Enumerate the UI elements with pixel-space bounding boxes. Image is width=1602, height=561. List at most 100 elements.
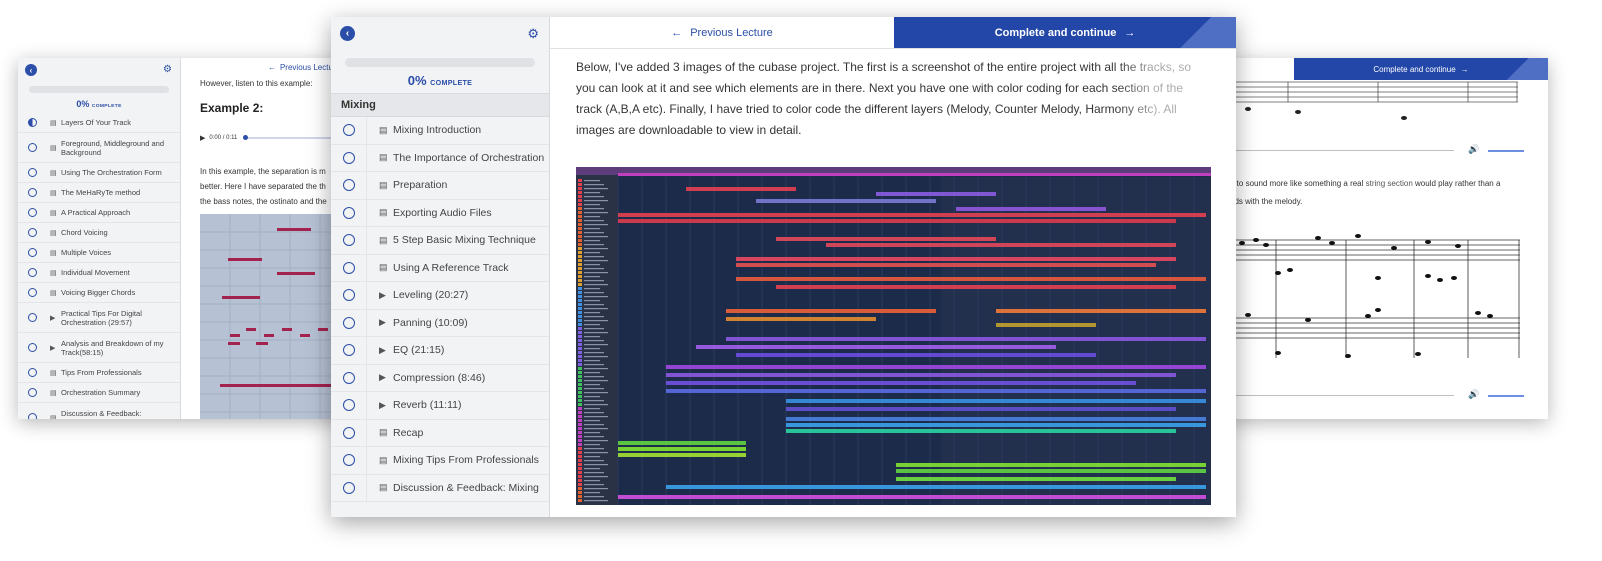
completion-circle-icon[interactable] <box>28 248 37 257</box>
lecture-item[interactable]: ▤ Discussion & Feedback: Orchestration <box>18 403 180 419</box>
lecture-item-label: Leveling (20:27) <box>393 289 469 302</box>
right-course-screenshot: Complete and continue → 🔊 g to sound mor… <box>1228 58 1548 419</box>
lecture-item[interactable]: ▤ Tips From Professionals <box>18 363 180 383</box>
completion-circle-icon[interactable] <box>28 343 37 352</box>
lecture-item-label: Tips From Professionals <box>61 368 142 377</box>
lecture-item[interactable]: ▤ The Importance of Orchestration <box>331 144 549 172</box>
lecture-item[interactable]: ▶ Analysis and Breakdown of my Track(58:1… <box>18 333 180 363</box>
completion-circle-icon[interactable] <box>28 118 37 127</box>
lecture-item-label: Reverb (11:11) <box>393 399 462 412</box>
lecture-item-label: EQ (21:15) <box>393 344 445 357</box>
completion-circle-icon[interactable] <box>28 208 37 217</box>
lecture-item[interactable]: ▤ Discussion & Feedback: Mixing <box>331 474 549 502</box>
lecture-item-label: Compression (8:46) <box>393 371 486 384</box>
volume-icon[interactable]: 🔊 <box>1468 389 1479 400</box>
completion-circle-icon[interactable] <box>28 228 37 237</box>
volume-slider[interactable] <box>1488 395 1524 397</box>
gear-icon[interactable]: ⚙ <box>163 65 172 75</box>
completion-circle-icon[interactable] <box>28 388 37 397</box>
completion-circle-icon[interactable] <box>28 143 37 152</box>
lecture-item-label: Practical Tips For Digital Orchestration… <box>61 308 142 327</box>
play-icon: ▶ <box>379 317 386 328</box>
completion-circle-icon[interactable] <box>342 151 355 164</box>
lecture-item[interactable]: ▤ Using The Orchestration Form <box>18 163 180 183</box>
lecture-item[interactable]: ▤ Foreground, Middleground and Background <box>18 133 180 163</box>
completion-circle-icon[interactable] <box>342 316 355 329</box>
previous-lecture-button[interactable]: ← Previous Lecture <box>268 63 340 72</box>
doc-icon: ▤ <box>379 262 388 273</box>
volume-icon[interactable]: 🔊 <box>1468 144 1479 155</box>
lecture-item-label: Multiple Voices <box>61 248 112 257</box>
lecture-content: ← Previous Lecture However, listen to th… <box>181 58 348 419</box>
audio-seek-bar[interactable] <box>1234 150 1454 151</box>
lecture-item-label: Orchestration Summary <box>61 388 141 397</box>
lecture-item[interactable]: ▤ Voicing Bigger Chords <box>18 283 180 303</box>
back-icon[interactable]: ‹ <box>340 25 355 41</box>
lecture-item[interactable]: ▤ Chord Voicing <box>18 223 180 243</box>
completion-circle-icon[interactable] <box>28 368 37 377</box>
lecture-item-label: Exporting Audio Files <box>393 206 492 219</box>
completion-circle-icon[interactable] <box>28 168 37 177</box>
lecture-item[interactable]: ▶ Practical Tips For Digital Orchestratio… <box>18 303 180 333</box>
lecture-item[interactable]: ▤ The MeHaRyTe method <box>18 183 180 203</box>
volume-slider[interactable] <box>1488 150 1524 152</box>
lecture-item[interactable]: ▶ Reverb (11:11) <box>331 392 549 420</box>
completion-circle-icon[interactable] <box>342 454 355 467</box>
lecture-item[interactable]: ▶ Compression (8:46) <box>331 364 549 392</box>
piano-roll-image <box>200 214 348 419</box>
completion-circle-icon[interactable] <box>28 188 37 197</box>
audio-player[interactable]: ▶ 0:00 / 0:11 <box>200 132 348 144</box>
back-icon[interactable]: ‹ <box>25 64 37 76</box>
audio-seek-bar[interactable] <box>1234 395 1454 396</box>
lecture-item[interactable]: ▤ Preparation <box>331 172 549 200</box>
lecture-item[interactable]: ▤ Recap <box>331 419 549 447</box>
completion-circle-icon[interactable] <box>342 344 355 357</box>
lecture-item[interactable]: ▤ Individual Movement <box>18 263 180 283</box>
lecture-item[interactable]: ▶ Panning (10:09) <box>331 309 549 337</box>
completion-circle-icon[interactable] <box>28 413 37 419</box>
completion-circle-icon[interactable] <box>342 124 355 137</box>
lecture-item[interactable]: ▤ Multiple Voices <box>18 243 180 263</box>
lecture-item[interactable]: ▤ Orchestration Summary <box>18 383 180 403</box>
completion-circle-icon[interactable] <box>342 261 355 274</box>
complete-and-continue-button[interactable]: Complete and continue → <box>894 17 1236 48</box>
completion-circle-icon[interactable] <box>28 288 37 297</box>
lecture-item[interactable]: ▤ Layers Of Your Track <box>18 113 180 133</box>
completion-circle-icon[interactable] <box>342 399 355 412</box>
completion-circle-icon[interactable] <box>342 481 355 494</box>
lecture-item[interactable]: ▤ A Practical Approach <box>18 203 180 223</box>
audio-player[interactable]: 🔊 <box>1234 144 1524 156</box>
doc-icon: ▤ <box>50 269 57 277</box>
lecture-item[interactable]: ▤ Using A Reference Track <box>331 254 549 282</box>
play-icon[interactable]: ▶ <box>200 134 205 142</box>
lecture-item-label: Analysis and Breakdown of my Track(58:15… <box>61 338 164 357</box>
lecture-item[interactable]: ▤ 5 Step Basic Mixing Technique <box>331 227 549 255</box>
doc-icon: ▤ <box>379 454 388 465</box>
arrow-left-icon: ← <box>671 26 683 39</box>
play-icon: ▶ <box>50 344 56 352</box>
completion-circle-icon[interactable] <box>342 206 355 219</box>
lecture-item-label: 5 Step Basic Mixing Technique <box>393 234 536 247</box>
completion-circle-icon[interactable] <box>28 268 37 277</box>
lecture-item[interactable]: ▶ Leveling (20:27) <box>331 282 549 310</box>
lecture-item-label: Discussion & Feedback: Mixing <box>393 481 539 494</box>
completion-circle-icon[interactable] <box>28 313 37 322</box>
lecture-item[interactable]: ▤ Exporting Audio Files <box>331 199 549 227</box>
audio-player[interactable]: 🔊 <box>1234 389 1524 401</box>
previous-lecture-button[interactable]: ← Previous Lecture <box>550 17 894 48</box>
completion-circle-icon[interactable] <box>342 426 355 439</box>
completion-circle-icon[interactable] <box>342 234 355 247</box>
gear-icon[interactable]: ⚙ <box>527 27 539 40</box>
sheet-music-image <box>1228 234 1520 358</box>
doc-icon: ▤ <box>50 249 57 257</box>
lecture-item[interactable]: ▤ Mixing Introduction <box>331 117 549 145</box>
doc-icon: ▤ <box>50 289 57 297</box>
completion-circle-icon[interactable] <box>342 289 355 302</box>
cubase-project-screenshot[interactable] <box>576 167 1211 505</box>
doc-icon: ▤ <box>379 207 388 218</box>
completion-circle-icon[interactable] <box>342 371 355 384</box>
completion-circle-icon[interactable] <box>342 179 355 192</box>
doc-icon: ▤ <box>50 389 57 397</box>
lecture-item[interactable]: ▶ EQ (21:15) <box>331 337 549 365</box>
lecture-item[interactable]: ▤ Mixing Tips From Professionals <box>331 447 549 475</box>
